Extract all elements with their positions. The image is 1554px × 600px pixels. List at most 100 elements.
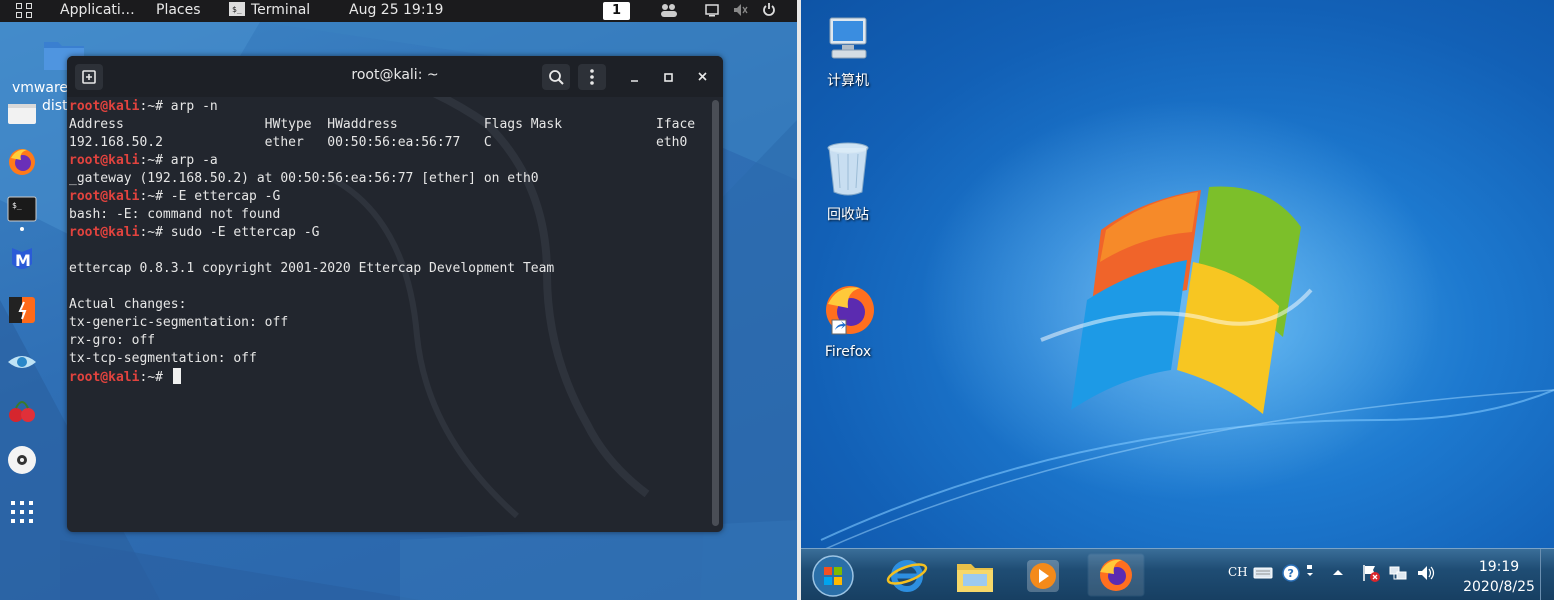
firefox-icon [826,286,874,335]
show-hidden-icons[interactable] [1328,563,1348,583]
media-player-icon[interactable] [1017,552,1077,598]
burpsuite-icon[interactable] [6,294,38,326]
firefox-taskbar-icon[interactable] [1086,552,1146,598]
desktop-icon-recycle-bin[interactable]: 回收站 [803,140,893,224]
internet-explorer-icon[interactable] [881,552,941,598]
users-icon[interactable] [660,3,678,21]
command-text: arp -n [170,99,218,114]
keyboard-icon[interactable] [1253,563,1273,583]
volume-icon[interactable] [1416,563,1436,583]
command-text: sudo -E ettercap -G [170,225,320,240]
command-text: -E ettercap -G [170,189,281,204]
terminal-output[interactable]: root@kali:~# arp -n Address HWtype HWaddr… [69,98,709,528]
display-icon[interactable] [705,3,719,21]
volume-icon[interactable] [733,3,749,21]
desktop-icon-label: Firefox [824,344,872,360]
prompt-user: root@kali [69,225,140,240]
prompt-user: root@kali [69,189,140,204]
windows-desktop: 计算机 回收站 Firefox CH ? 19:19 2020/8/25 [801,0,1554,600]
terminal-prompt-line: root@kali:~# -E ettercap -G [69,188,709,206]
prompt-path: :~# [139,370,171,385]
prompt-path: :~# [139,189,171,204]
svg-text:M: M [15,251,31,270]
applications-menu[interactable]: Applicati… [60,2,135,18]
terminal-output-line: rx-gro: off [69,333,156,348]
prompt-path: :~# [139,153,171,168]
text-cursor [172,368,181,384]
svg-text:$_: $_ [12,201,22,210]
terminal-titlebar: root@kali: ~ [67,56,723,97]
ime-options-icon[interactable] [1304,563,1324,583]
places-menu[interactable]: Places [156,2,201,18]
terminal-output-line: 192.168.50.2 ether 00:50:56:ea:56:77 C e… [69,135,688,150]
terminal-app-icon: $_ [229,2,245,18]
show-desktop-button[interactable] [1540,549,1554,600]
clock-date[interactable]: Aug 25 [349,2,399,18]
terminal-app-menu[interactable]: Terminal [251,2,310,18]
clock-date: 2020/8/25 [1463,579,1535,595]
running-indicator [20,227,24,231]
disc-icon[interactable] [6,444,38,476]
top-panel: Applicati… Places $_ Terminal Aug 25 19:… [0,0,797,22]
terminal-output-line: ettercap 0.8.3.1 copyright 2001-2020 Ett… [69,261,555,276]
minimize-button[interactable] [623,64,649,90]
metasploit-icon[interactable]: M [6,244,38,276]
files-icon[interactable] [6,98,38,130]
workspace-indicator[interactable]: 1 [603,2,630,20]
terminal-prompt-line: root@kali:~# sudo -E ettercap -G [69,224,709,242]
recycle-bin-icon [827,142,869,196]
language-indicator[interactable]: CH [1228,565,1248,579]
terminal-prompt-line: root@kali:~# arp -n [69,98,709,116]
svg-text:?: ? [1288,567,1294,580]
action-center-flag-icon[interactable] [1361,563,1381,583]
terminal-icon[interactable]: $_ [6,194,38,231]
terminal-prompt-line-active: root@kali:~# [69,368,709,386]
terminal-output-line: _gateway (192.168.50.2) at 00:50:56:ea:5… [69,171,539,186]
menu-icon[interactable] [578,64,606,90]
terminal-output-line: tx-generic-segmentation: off [69,315,289,330]
start-orb-icon[interactable] [807,552,867,598]
maximize-button[interactable] [657,64,683,90]
show-apps-icon[interactable] [6,496,38,528]
terminal-output-line: tx-tcp-segmentation: off [69,351,257,366]
apps-grid-icon[interactable] [16,3,34,19]
clock-time: 19:19 [1478,559,1520,575]
desktop-icon-label: 回收站 [827,207,869,223]
dock: $_ M [0,96,44,536]
eye-icon[interactable] [6,346,38,378]
terminal-prompt-line: root@kali:~# arp -a [69,152,709,170]
search-icon[interactable] [542,64,570,90]
command-text: arp -a [170,153,218,168]
prompt-user: root@kali [69,99,140,114]
scrollbar[interactable] [712,100,719,526]
desktop-folder-label-2[interactable]: dist [42,98,68,114]
close-button[interactable] [691,64,717,90]
terminal-output-line: Address HWtype HWaddress Flags Mask Ifac… [69,117,696,132]
desktop-icon-firefox[interactable]: Firefox [803,282,893,360]
desktop-icon-computer[interactable]: 计算机 [803,12,893,90]
terminal-output-line: Actual changes: [69,297,187,312]
prompt-user: root@kali [69,370,140,385]
system-clock[interactable]: 19:19 2020/8/25 [1454,557,1544,597]
prompt-user: root@kali [69,153,140,168]
cherrytree-icon[interactable] [6,394,38,426]
firefox-icon[interactable] [6,146,38,178]
terminal-output-line: bash: -E: command not found [69,207,281,222]
taskbar: CH ? 19:19 2020/8/25 [801,548,1554,600]
network-icon[interactable] [1388,563,1408,583]
prompt-path: :~# [139,99,171,114]
power-icon[interactable] [762,2,776,22]
svg-text:$_: $_ [232,5,242,14]
computer-icon [829,17,867,59]
clock-time[interactable]: 19:19 [403,2,443,18]
desktop-folder-label[interactable]: vmware [12,80,68,96]
help-icon[interactable]: ? [1281,563,1301,583]
windows-logo-wallpaper [801,100,1554,561]
prompt-path: :~# [139,225,171,240]
file-explorer-icon[interactable] [949,552,1009,598]
desktop-icon-label: 计算机 [827,73,869,89]
terminal-window[interactable]: root@kali: ~ root@kali:~# arp -n Address … [67,56,723,532]
kali-desktop: vmware dist Applicati… Places $_ Termina… [0,0,797,600]
